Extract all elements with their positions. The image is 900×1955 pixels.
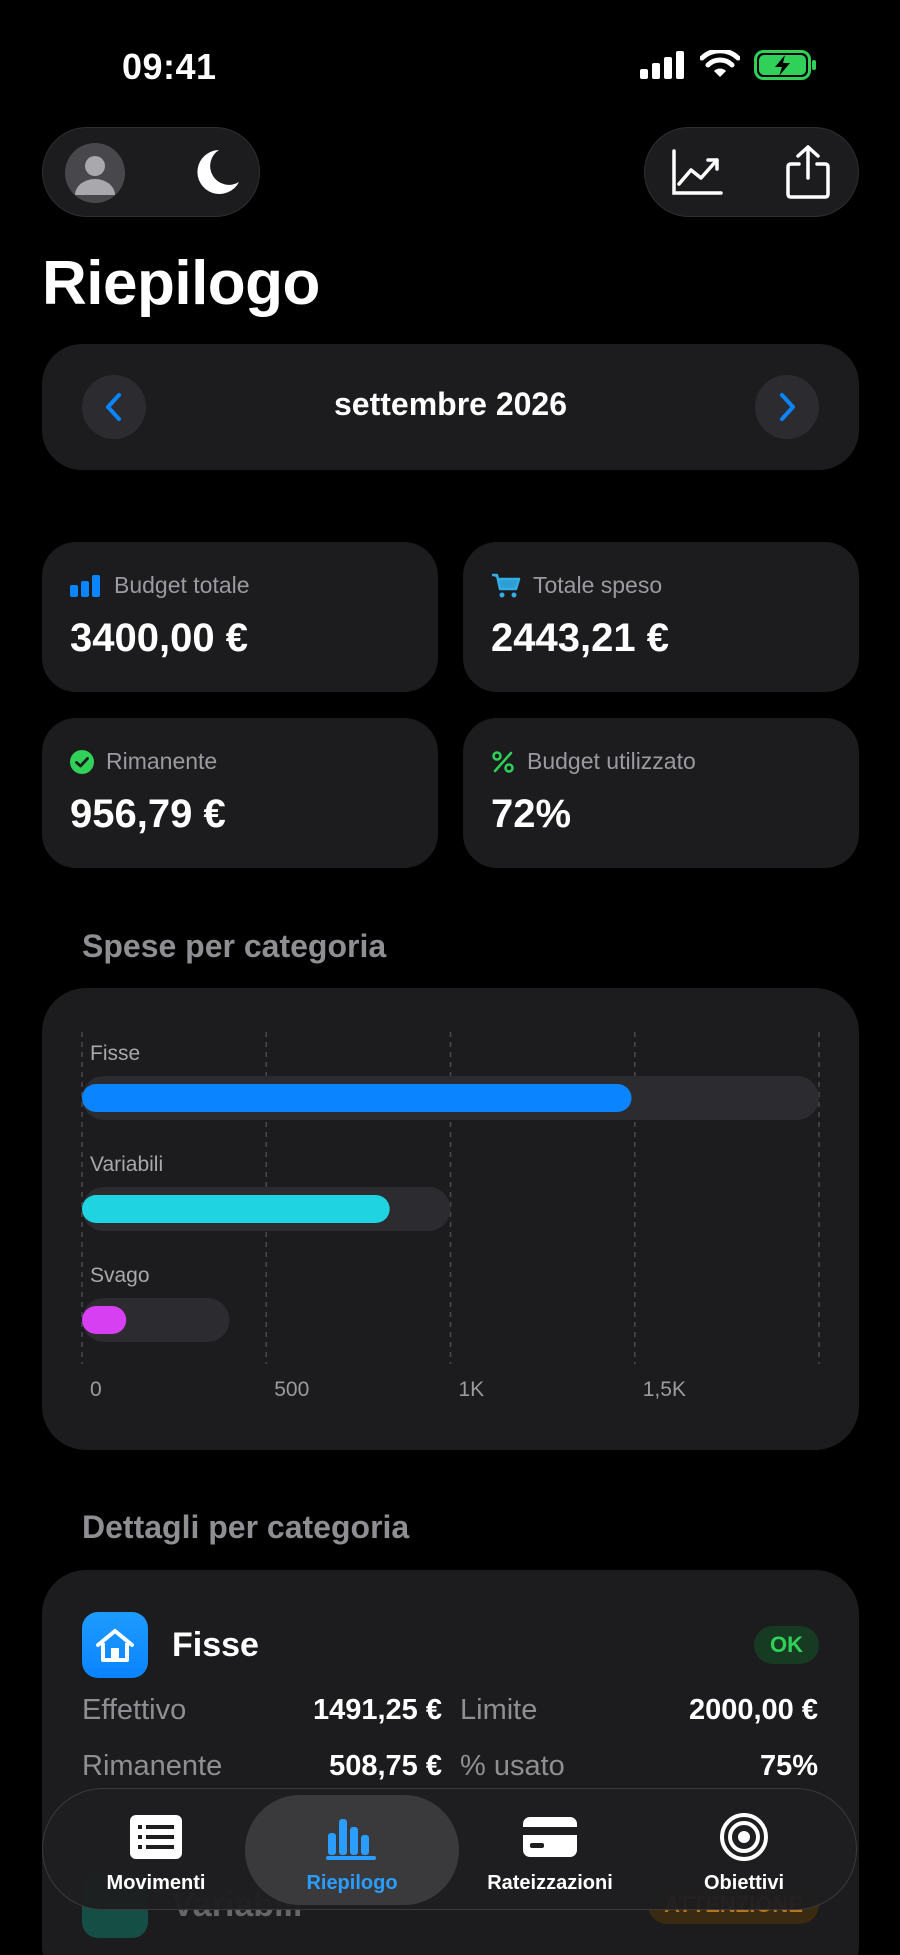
tab-bar: Movimenti Riepilogo Rateizzazioni Obiett… xyxy=(42,1788,857,1910)
list-icon xyxy=(130,1815,182,1859)
stat-label: Budget totale xyxy=(114,572,250,598)
stat-label: Totale speso xyxy=(533,572,663,598)
x-tick-label: 0 xyxy=(90,1378,102,1401)
moon-icon[interactable] xyxy=(189,146,243,200)
tab-movimenti[interactable]: Movimenti xyxy=(49,1795,263,1905)
category-chart-card: Fisse Variabili Svago 0 500 1K 1,5K xyxy=(42,988,859,1450)
percent-icon xyxy=(492,750,514,773)
month-navigator: settembre 2026 xyxy=(42,344,859,470)
trend-chart-icon[interactable] xyxy=(671,148,723,196)
share-icon[interactable] xyxy=(785,144,831,200)
stat-value: 3400,00 € xyxy=(70,616,248,660)
category-label: Variabili xyxy=(90,1153,163,1176)
value-bar xyxy=(82,1195,390,1223)
chevron-right-icon xyxy=(780,393,795,421)
signal-icon xyxy=(640,51,684,79)
x-tick-label: 500 xyxy=(274,1378,309,1401)
tab-label: Riepilogo xyxy=(306,1872,398,1894)
usato-label: % usato xyxy=(460,1750,565,1782)
bar-chart-icon xyxy=(70,574,100,597)
credit-card-icon xyxy=(523,1817,577,1857)
next-month-button[interactable] xyxy=(755,375,819,439)
category-bar-chart: Fisse Variabili Svago 0 500 1K 1,5K xyxy=(81,1032,820,1401)
limite-value: 2000,00 € xyxy=(688,1694,818,1726)
status-icons xyxy=(640,50,818,80)
bar-chart-icon xyxy=(326,1819,376,1860)
limite-label: Limite xyxy=(460,1694,538,1726)
stat-label: Rimanente xyxy=(106,748,218,774)
category-name: Fisse xyxy=(172,1626,259,1664)
avatar[interactable] xyxy=(65,143,125,203)
rimanente-label: Rimanente xyxy=(82,1750,223,1782)
status-time: 09:41 xyxy=(122,46,217,87)
month-label: settembre 2026 xyxy=(333,386,568,422)
tab-obiettivi[interactable]: Obiettivi xyxy=(637,1795,851,1905)
stat-card-rimanente: Rimanente 956,79 € xyxy=(42,718,438,868)
tab-rateizzazioni[interactable]: Rateizzazioni xyxy=(443,1795,657,1905)
status-bar: 09:41 xyxy=(0,0,900,120)
battery-charging-icon xyxy=(754,50,816,80)
details-section-title: Dettagli per categoria xyxy=(82,1509,410,1545)
category-icon xyxy=(82,1612,148,1678)
stat-card-totale-speso: Totale speso 2443,21 € xyxy=(463,542,859,692)
tab-label: Obiettivi xyxy=(703,1872,784,1894)
value-bar xyxy=(82,1084,632,1112)
stat-value: 72% xyxy=(491,792,572,836)
stat-card-budget-totale: Budget totale 3400,00 € xyxy=(42,542,438,692)
category-label: Fisse xyxy=(90,1042,140,1065)
tab-riepilogo[interactable]: Riepilogo xyxy=(245,1795,459,1905)
rimanente-value: 508,75 € xyxy=(329,1750,442,1782)
house-icon xyxy=(96,1629,134,1662)
effettivo-value: 1491,25 € xyxy=(312,1694,442,1726)
effettivo-label: Effettivo xyxy=(82,1694,187,1726)
stat-value: 956,79 € xyxy=(70,792,226,836)
status-badge: OK xyxy=(754,1626,819,1664)
profile-theme-group xyxy=(42,127,260,217)
category-label: Svago xyxy=(90,1264,150,1287)
page-title: Riepilogo xyxy=(42,249,320,318)
stat-card-budget-utilizzato: Budget utilizzato 72% xyxy=(463,718,859,868)
target-icon xyxy=(720,1813,768,1861)
cart-icon xyxy=(492,573,521,597)
check-circle-icon xyxy=(70,749,94,774)
person-icon xyxy=(75,156,115,195)
tab-label: Rateizzazioni xyxy=(487,1872,613,1894)
x-tick-label: 1,5K xyxy=(643,1378,686,1401)
stat-label: Budget utilizzato xyxy=(527,748,696,774)
x-tick-label: 1K xyxy=(459,1378,485,1401)
chart-section-title: Spese per categoria xyxy=(82,928,387,964)
value-bar xyxy=(82,1306,127,1334)
tab-label: Movimenti xyxy=(106,1872,206,1894)
actions-group xyxy=(644,127,859,217)
stat-value: 2443,21 € xyxy=(491,616,669,660)
wifi-icon xyxy=(700,50,740,77)
usato-value: 75% xyxy=(759,1750,818,1782)
